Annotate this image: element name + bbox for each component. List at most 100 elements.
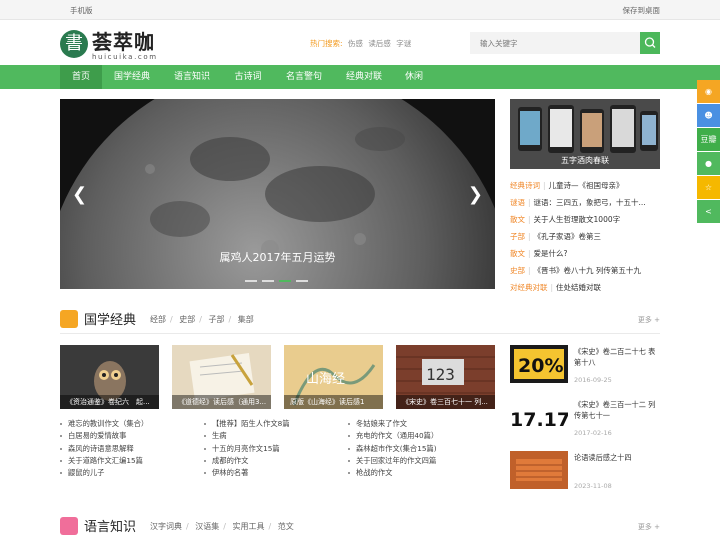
list-item[interactable]: 充电的作文（通用40篇） (348, 430, 460, 442)
share-icon[interactable]: < (697, 200, 720, 223)
list-item-date: 2017-02-16 (574, 429, 612, 437)
list-item-category[interactable]: 对经典对联 (510, 283, 548, 292)
subnav-link[interactable]: 子部 (209, 315, 225, 324)
list-item-category[interactable]: 史部 (510, 266, 525, 275)
search-button[interactable] (640, 32, 660, 54)
list-item[interactable]: 森林超市作文(集合15篇) (348, 443, 460, 455)
section-classics-header: 国学经典 经部 / 史部 / 子部 / 集部 更多 + (60, 308, 660, 330)
list-item[interactable]: 经典诗词 | 儿童诗—《祖国母亲》 (510, 177, 660, 194)
subnav-link[interactable]: 集部 (238, 315, 254, 324)
list-item-category[interactable]: 散文 (510, 249, 525, 258)
list-item-title[interactable]: 论语读后感之十四 (574, 452, 660, 463)
thumb-card[interactable]: 山海经 原版《山海经》读后感1 (284, 345, 383, 409)
favorite-icon[interactable]: ☆ (697, 176, 720, 199)
weibo-icon[interactable]: ◉ (697, 80, 720, 103)
slider-dot[interactable] (262, 280, 274, 282)
list-item[interactable]: 子部 | 《孔子家语》卷第三 (510, 228, 660, 245)
list-item[interactable]: 论语读后感之十四 2023-11-08 (510, 451, 660, 496)
nav-item-classics[interactable]: 国学经典 (106, 65, 158, 89)
list-item[interactable]: 谜语 | 谜语：三四五，象把弓，十五十... (510, 194, 660, 211)
mobile-version-link[interactable]: 手机版 (70, 5, 93, 16)
list-item-category[interactable]: 谜语 (510, 198, 525, 207)
list-item[interactable]: 成都的作文 (204, 455, 316, 467)
list-item[interactable]: 关于道路作文汇编15篇 (60, 455, 172, 467)
more-link[interactable]: 更多 + (638, 522, 660, 532)
subnav-link[interactable]: 实用工具 (233, 522, 265, 531)
list-item-category[interactable]: 子部 (510, 232, 525, 241)
list-item[interactable]: 枪战的作文 (348, 467, 460, 479)
slider-dot-active[interactable] (279, 280, 291, 282)
list-item[interactable]: 17.17 《宋史》卷三百一十二 列传第七十一 2017-02-16 (510, 398, 660, 443)
slider-dot[interactable] (296, 280, 308, 282)
site-logo[interactable]: 書 荟萃咖 huicuika.com (60, 30, 170, 62)
list-item-title[interactable]: 儿童诗—《祖国母亲》 (549, 181, 624, 190)
subnav-link[interactable]: 汉语集 (195, 522, 219, 531)
list-item[interactable]: 冬姑娘来了作文 (348, 418, 460, 430)
list-item-title[interactable]: 爱是什么? (534, 249, 568, 258)
list-item[interactable]: 史部 | 《晋书》卷八十九 列传第五十九 (510, 262, 660, 279)
list-item-title[interactable]: 住处结婚对联 (556, 283, 601, 292)
hot-keyword[interactable]: 字谜 (396, 39, 411, 48)
thumb-card[interactable]: 《资治通鉴》卷纪六 起... (60, 345, 159, 409)
subnav-link[interactable]: 汉字词典 (150, 522, 182, 531)
nav-item-quotes[interactable]: 名言警句 (278, 65, 330, 89)
nav-item-language[interactable]: 语言知识 (166, 65, 218, 89)
list-item[interactable]: 【推荐】陌生人作文8篇 (204, 418, 316, 430)
search-icon (644, 37, 656, 48)
next-arrow-icon[interactable]: ❯ (468, 184, 483, 205)
hot-keyword[interactable]: 读后感 (368, 39, 391, 48)
nav-item-poetry[interactable]: 古诗词 (226, 65, 270, 89)
banner-caption[interactable]: 属鸡人2017年五月运势 (60, 249, 495, 265)
list-item-title[interactable]: 《宋史》卷三百一十二 列传第七十一 (574, 399, 660, 421)
list-item[interactable]: 对经典对联 | 住处结婚对联 (510, 279, 660, 296)
number-image-text: 17.17 (510, 409, 568, 431)
slider-dot[interactable] (245, 280, 257, 282)
promo-image[interactable]: 五字酒肉春联 (510, 99, 660, 169)
save-desktop-link[interactable]: 保存到桌面 (623, 5, 661, 16)
section-subnav: 汉字词典 / 汉语集 / 实用工具 / 范文 (150, 522, 294, 531)
thumb-card[interactable]: 《道德经》读后感（通用3... (172, 345, 271, 409)
list-item-title[interactable]: 《孔子家语》卷第三 (534, 232, 602, 241)
list-item-category[interactable]: 经典诗词 (510, 181, 540, 190)
list-item[interactable]: 散文 | 关于人生哲理散文1000字 (510, 211, 660, 228)
prev-arrow-icon[interactable]: ❮ (72, 184, 87, 205)
list-item[interactable]: 关于回家过年的作文四篇 (348, 455, 460, 467)
qq-icon[interactable]: ☻ (697, 104, 720, 127)
list-item[interactable]: 伊林的名著 (204, 467, 316, 479)
wechat-icon[interactable]: ● (697, 152, 720, 175)
more-link[interactable]: 更多 + (638, 315, 660, 325)
banner-slider[interactable]: ❮ ❯ 属鸡人2017年五月运势 (60, 99, 495, 289)
search-input[interactable] (470, 32, 640, 54)
list-item[interactable]: 白居易的爱情故事 (60, 430, 172, 442)
list-item[interactable]: 鼹鼠的儿子 (60, 467, 172, 479)
thumb-caption: 原版《山海经》读后感1 (284, 395, 383, 409)
list-item[interactable]: 十五的月亮作文15篇 (204, 443, 316, 455)
list-item[interactable]: 生病 (204, 430, 316, 442)
list-item[interactable]: 森风的诗语意思解释 (60, 443, 172, 455)
douban-icon[interactable]: 豆瓣 (697, 128, 720, 151)
section-subnav: 经部 / 史部 / 子部 / 集部 (150, 315, 254, 324)
list-item[interactable]: 散文 | 爱是什么? (510, 245, 660, 262)
subnav-link[interactable]: 范文 (278, 522, 294, 531)
slider-dots (245, 275, 313, 284)
list-item[interactable]: 20% 《宋史》卷二百二十七 表第十八 2016-09-25 (510, 345, 660, 390)
latest-list: 经典诗词 | 儿童诗—《祖国母亲》 谜语 | 谜语：三四五，象把弓，十五十... 散文 |… (510, 177, 660, 296)
list-item-title[interactable]: 谜语：三四五，象把弓，十五十... (534, 198, 646, 207)
nav-item-home[interactable]: 首页 (60, 65, 102, 89)
logo-domain: huicuika.com (92, 53, 158, 61)
list-item[interactable]: 难忘的教训作文（集合） (60, 418, 172, 430)
section-language-header: 语言知识 汉字词典 / 汉语集 / 实用工具 / 范文 更多 + (60, 515, 660, 537)
thumb-card[interactable]: 123 《宋史》卷三百七十一 列... (396, 345, 495, 409)
hot-keyword[interactable]: 伤感 (348, 39, 363, 48)
list-item-title[interactable]: 《宋史》卷二百二十七 表第十八 (574, 346, 660, 368)
thumb-caption: 《宋史》卷三百七十一 列... (396, 395, 495, 409)
list-item-title[interactable]: 关于人生哲理散文1000字 (534, 215, 621, 224)
list-item-title[interactable]: 《晋书》卷八十九 列传第五十九 (534, 266, 641, 275)
article-column: 【推荐】陌生人作文8篇 生病 十五的月亮作文15篇 成都的作文 伊林的名著 (204, 418, 316, 479)
list-item-category[interactable]: 散文 (510, 215, 525, 224)
subnav-link[interactable]: 经部 (150, 315, 166, 324)
nav-item-couplets[interactable]: 经典对联 (338, 65, 390, 89)
shanhaijing-text: 山海经 (306, 372, 345, 387)
nav-item-leisure[interactable]: 休闲 (398, 65, 430, 89)
subnav-link[interactable]: 史部 (179, 315, 195, 324)
